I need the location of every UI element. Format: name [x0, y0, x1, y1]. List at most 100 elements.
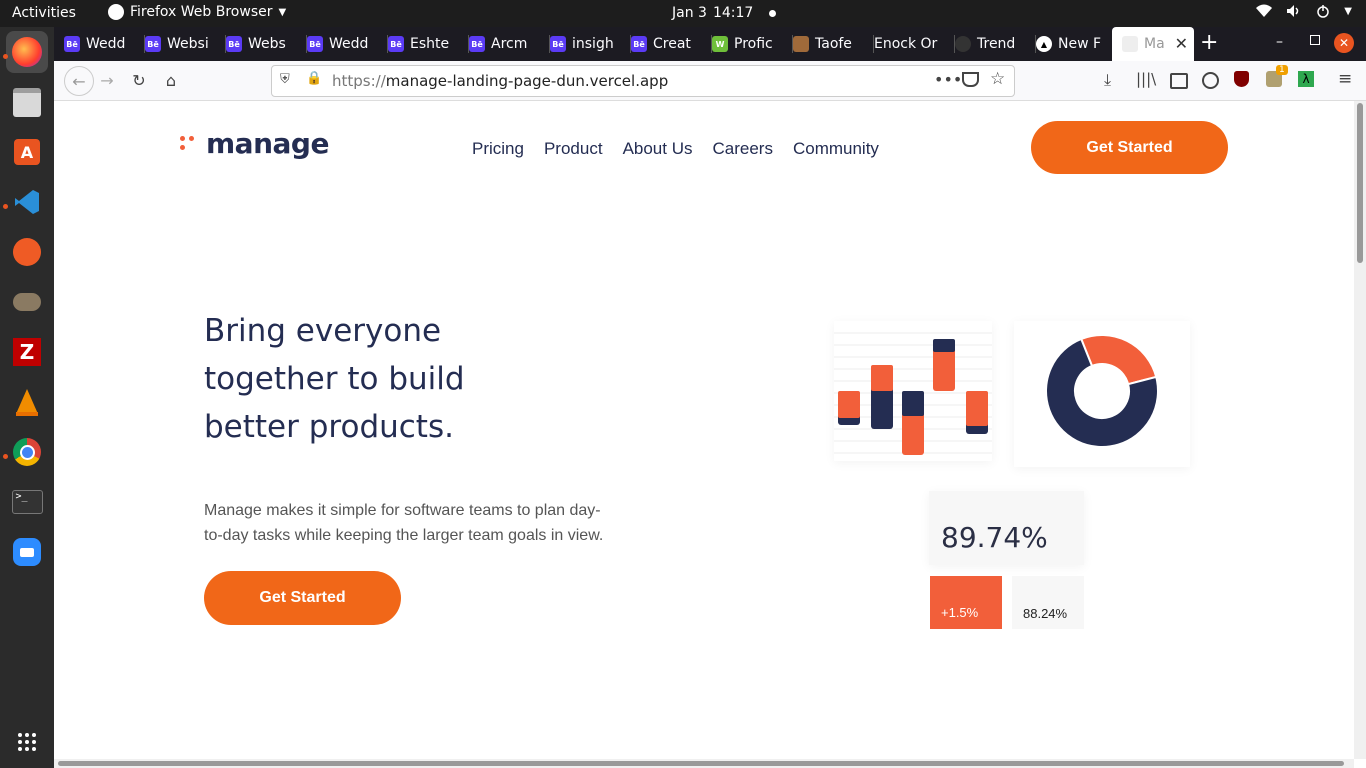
xpath-extension-icon[interactable]: λ — [1298, 71, 1314, 87]
forward-button[interactable]: → — [96, 69, 118, 91]
donut-slice — [1079, 334, 1158, 386]
url-bar[interactable]: ⛨ 🔒 https://manage-landing-page-dun.verc… — [271, 65, 1015, 97]
scrollbar-thumb[interactable] — [1357, 103, 1363, 263]
tab-label: Profic — [734, 36, 773, 52]
vertical-scrollbar[interactable] — [1354, 101, 1366, 759]
tab-label: Arcm — [491, 36, 528, 52]
minimize-button[interactable]: – — [1276, 34, 1283, 50]
wolfram-icon: W — [712, 36, 728, 52]
dock-software[interactable]: A — [6, 131, 48, 173]
horizontal-scrollbar[interactable] — [54, 759, 1354, 768]
tab-label: Enock Or — [874, 36, 938, 52]
dock-gimp[interactable] — [6, 281, 48, 323]
activities-button[interactable]: Activities — [12, 5, 76, 21]
browser-tab[interactable]: Bē Eshte — [378, 27, 469, 61]
filezilla-icon: Z — [13, 338, 41, 366]
pocket-icon[interactable] — [962, 72, 979, 87]
url-scheme: https:// — [332, 72, 386, 90]
ublock-icon[interactable] — [1234, 71, 1249, 87]
bar — [966, 391, 988, 426]
bar — [838, 391, 860, 418]
secondary-stat-value: 88.24% — [1023, 606, 1068, 621]
dock-chrome[interactable] — [6, 431, 48, 473]
browser-tab[interactable]: Bē Webs — [216, 27, 307, 61]
dock-filezilla[interactable]: Z — [6, 331, 48, 373]
running-indicator — [3, 54, 8, 59]
browser-tab[interactable]: Bē Websi — [135, 27, 226, 61]
app-menu[interactable]: Firefox Web Browser ▼ — [108, 4, 286, 20]
browser-tab[interactable]: Enock Or — [864, 27, 955, 61]
bar-graphic — [834, 332, 992, 455]
header-get-started-button[interactable]: Get Started — [1031, 121, 1228, 174]
page-actions-icon[interactable]: ••• — [934, 70, 962, 89]
postman-icon — [13, 238, 41, 266]
new-tab-button[interactable]: + — [1200, 30, 1218, 55]
bar — [902, 391, 924, 416]
browser-tab[interactable]: Bē insigh — [540, 27, 631, 61]
browser-tab[interactable]: Bē Wedd — [54, 27, 145, 61]
dock-vlc[interactable] — [6, 381, 48, 423]
tab-label: Webs — [248, 36, 286, 52]
tab-label: Creat — [653, 36, 691, 52]
library-icon[interactable]: |||\ — [1136, 70, 1156, 88]
menu-icon[interactable]: ≡ — [1338, 69, 1352, 89]
home-button[interactable]: ⌂ — [160, 69, 182, 91]
software-center-icon: A — [14, 139, 40, 165]
nav-about-us[interactable]: About Us — [623, 139, 693, 159]
nav-pricing[interactable]: Pricing — [472, 139, 524, 159]
site-nav: Pricing Product About Us Careers Communi… — [472, 139, 879, 159]
page-icon — [1122, 36, 1138, 52]
dock-show-apps[interactable] — [6, 721, 48, 763]
dock-terminal[interactable]: >_ — [6, 481, 48, 523]
dock-postman[interactable] — [6, 231, 48, 273]
clock[interactable]: Jan 3 14:17 — [672, 5, 777, 21]
close-tab-icon[interactable]: ✕ — [1175, 34, 1188, 53]
nav-careers[interactable]: Careers — [713, 139, 773, 159]
browser-tab-active[interactable]: Ma ✕ — [1112, 27, 1194, 61]
nav-community[interactable]: Community — [793, 139, 879, 159]
back-button[interactable]: ← — [64, 66, 94, 96]
donut-chart-card — [1014, 321, 1190, 467]
close-window-button[interactable]: ✕ — [1334, 33, 1354, 53]
app-grid-icon — [18, 733, 36, 751]
browser-tab[interactable]: Bē Wedd — [297, 27, 388, 61]
browser-tab[interactable]: Trend — [945, 27, 1036, 61]
sidebar-icon[interactable] — [1170, 73, 1188, 89]
vercel-icon: ▲ — [1036, 36, 1052, 52]
browser-tab[interactable]: W Profic — [702, 27, 793, 61]
donut-chart — [1045, 334, 1159, 448]
behance-icon: Bē — [469, 36, 485, 52]
system-tray[interactable]: ▼ — [1256, 4, 1352, 18]
reload-button[interactable]: ↻ — [128, 69, 150, 91]
main-stat-value: 89.74% — [941, 521, 1048, 554]
browser-tab[interactable]: Bē Arcm — [459, 27, 550, 61]
bookmark-star-icon[interactable]: ☆ — [990, 69, 1005, 89]
dock-firefox[interactable] — [6, 31, 48, 73]
terminal-icon: >_ — [11, 490, 43, 514]
scrollbar-thumb[interactable] — [58, 761, 1344, 766]
browser-tab[interactable]: Taofe — [783, 27, 874, 61]
dock-files[interactable] — [6, 81, 48, 123]
downloads-icon[interactable]: ⤓ — [1104, 70, 1111, 90]
nav-product[interactable]: Product — [544, 139, 603, 159]
hero-subtitle: Manage makes it simple for software team… — [204, 502, 604, 544]
lock-icon[interactable]: 🔒 — [306, 71, 322, 86]
dock-vscode[interactable] — [6, 181, 48, 223]
running-indicator — [3, 204, 8, 209]
browser-tab[interactable]: Bē Creat — [621, 27, 712, 61]
maximize-button[interactable] — [1310, 35, 1320, 45]
tab-bar: Bē Wedd Bē Websi Bē Webs Bē Wedd Bē Eshte Bē A… — [54, 27, 1366, 61]
github-icon — [955, 36, 971, 52]
forward-arrow-icon: → — [100, 70, 114, 90]
url-text[interactable]: https://manage-landing-page-dun.vercel.a… — [332, 72, 668, 90]
browser-tab[interactable]: ▲ New F — [1026, 27, 1117, 61]
shield-icon[interactable]: ⛨ — [280, 72, 290, 87]
dock-zoom[interactable] — [6, 531, 48, 573]
gimp-icon — [13, 293, 41, 311]
hero-get-started-button[interactable]: Get Started — [204, 571, 401, 625]
site-logo[interactable]: manage — [180, 127, 329, 160]
tab-label: Websi — [167, 36, 209, 52]
account-icon[interactable] — [1202, 72, 1219, 89]
wifi-icon — [1256, 4, 1273, 17]
clock-time: 14:17 — [712, 5, 754, 21]
